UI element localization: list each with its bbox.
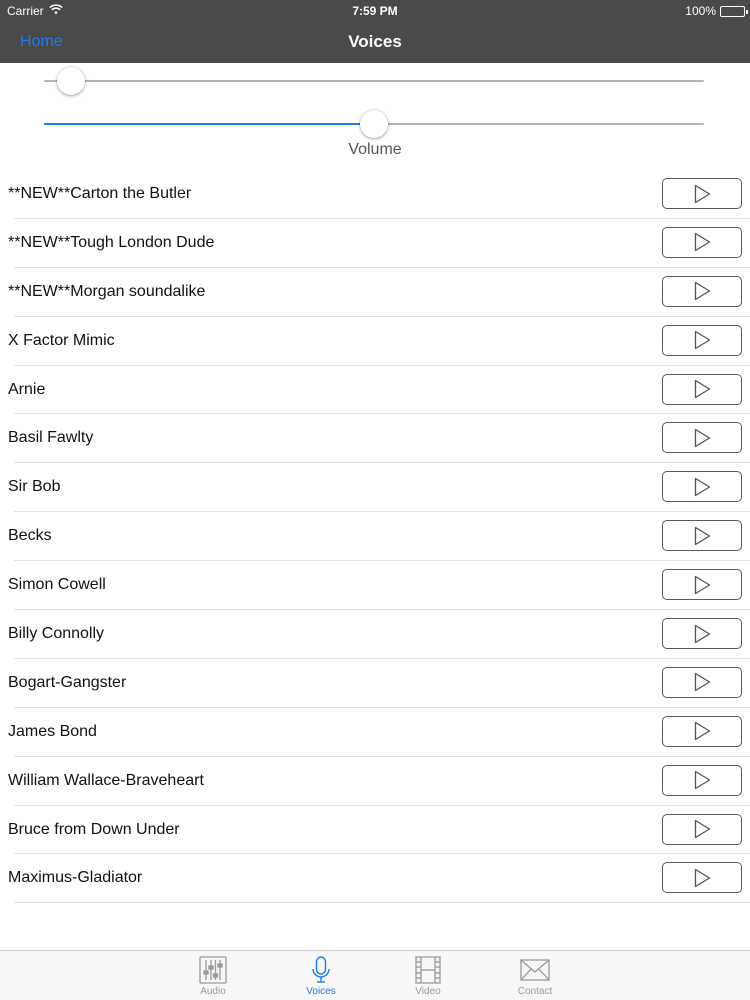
envelope-icon bbox=[520, 955, 550, 985]
voice-name: **NEW**Carton the Butler bbox=[8, 185, 192, 202]
voice-name: Bruce from Down Under bbox=[8, 820, 180, 838]
slider-thumb[interactable] bbox=[56, 67, 85, 95]
voice-name: James Bond bbox=[8, 722, 97, 740]
play-icon bbox=[692, 477, 712, 497]
play-button[interactable] bbox=[662, 520, 742, 552]
list-item[interactable]: Billy Connolly bbox=[0, 610, 750, 659]
play-button[interactable] bbox=[662, 764, 742, 796]
play-button[interactable] bbox=[662, 422, 742, 454]
list-item[interactable]: James Bond bbox=[0, 708, 750, 757]
list-item[interactable]: **NEW**Tough London Dude bbox=[0, 219, 750, 268]
play-button[interactable] bbox=[662, 178, 742, 209]
film-icon bbox=[414, 955, 442, 985]
play-icon bbox=[692, 575, 712, 595]
play-icon bbox=[692, 868, 712, 888]
top-slider[interactable] bbox=[44, 66, 704, 96]
play-icon bbox=[692, 721, 712, 741]
status-bar: Carrier 7:59 PM 100% bbox=[0, 0, 750, 22]
voice-name: Basil Fawlty bbox=[8, 429, 94, 447]
voice-name: Maximus-Gladiator bbox=[8, 869, 143, 887]
play-button[interactable] bbox=[662, 275, 742, 307]
play-icon bbox=[692, 819, 712, 839]
play-icon bbox=[692, 281, 712, 301]
list-item[interactable]: **NEW**Carton the Butler bbox=[0, 170, 750, 219]
sliders-icon bbox=[199, 955, 227, 985]
slider-thumb[interactable] bbox=[360, 110, 388, 138]
play-icon bbox=[692, 526, 712, 546]
play-button[interactable] bbox=[662, 471, 742, 503]
list-item[interactable]: Basil Fawlty bbox=[0, 414, 750, 464]
list-item[interactable]: Bruce from Down Under bbox=[0, 806, 750, 855]
list-item[interactable]: Becks bbox=[0, 512, 750, 562]
voice-name: **NEW**Morgan soundalike bbox=[8, 282, 206, 300]
tab-voices[interactable]: Voices bbox=[281, 951, 361, 1000]
play-icon bbox=[692, 672, 712, 692]
list-item[interactable]: Bogart-Gangster bbox=[0, 659, 750, 708]
list-item[interactable]: Arnie bbox=[0, 366, 750, 415]
play-icon bbox=[692, 770, 712, 790]
volume-slider[interactable] bbox=[44, 109, 704, 139]
tab-label: Audio bbox=[200, 986, 226, 997]
voice-name: **NEW**Tough London Dude bbox=[8, 233, 215, 251]
list-item[interactable]: Maximus-Gladiator bbox=[0, 854, 750, 904]
play-button[interactable] bbox=[662, 373, 742, 405]
play-icon bbox=[692, 624, 712, 644]
play-button[interactable] bbox=[662, 813, 742, 845]
play-icon bbox=[692, 232, 712, 252]
tab-bar: Audio Voices Video Contact bbox=[0, 950, 750, 1000]
list-item[interactable]: William Wallace-Braveheart bbox=[0, 757, 750, 806]
play-icon bbox=[692, 330, 712, 350]
slider-track bbox=[44, 80, 704, 82]
volume-label: Volume bbox=[348, 141, 402, 158]
play-icon bbox=[692, 428, 712, 448]
list-item[interactable]: Simon Cowell bbox=[0, 561, 750, 611]
tab-contact[interactable]: Contact bbox=[495, 951, 575, 1000]
microphone-icon bbox=[307, 955, 335, 985]
list-item[interactable]: X Factor Mimic bbox=[0, 317, 750, 366]
voice-name: Bogart-Gangster bbox=[8, 673, 127, 691]
play-button[interactable] bbox=[662, 226, 742, 258]
nav-bar: Home Voices bbox=[0, 22, 750, 63]
status-time: 7:59 PM bbox=[352, 4, 398, 18]
status-right: 100% bbox=[685, 4, 748, 18]
sliders-section: Volume bbox=[0, 63, 750, 168]
voice-list: **NEW**Carton the Butler **NEW**Tough Lon… bbox=[0, 170, 750, 904]
voice-name: William Wallace-Braveheart bbox=[8, 771, 204, 789]
list-item[interactable]: Sir Bob bbox=[0, 463, 750, 513]
play-button[interactable] bbox=[662, 569, 742, 601]
play-icon bbox=[692, 379, 712, 399]
play-button[interactable] bbox=[662, 618, 742, 650]
tab-audio[interactable]: Audio bbox=[173, 951, 253, 1000]
play-button[interactable] bbox=[662, 715, 742, 747]
tab-label: Contact bbox=[517, 986, 553, 997]
row-divider bbox=[14, 902, 750, 904]
voice-name: Arnie bbox=[8, 380, 46, 398]
voice-name: Becks bbox=[8, 527, 52, 545]
play-button[interactable] bbox=[662, 666, 742, 698]
slider-track-fill bbox=[44, 123, 374, 125]
tab-label: Video bbox=[415, 986, 441, 997]
voice-name: X Factor Mimic bbox=[8, 331, 115, 349]
tab-label: Voices bbox=[306, 986, 336, 997]
tab-video[interactable]: Video bbox=[388, 951, 468, 1000]
battery-percent: 100% bbox=[685, 4, 716, 18]
voice-name: Billy Connolly bbox=[8, 625, 105, 643]
header: Carrier 7:59 PM 100% Home Voices bbox=[0, 0, 750, 63]
page-title: Voices bbox=[348, 32, 402, 51]
play-button[interactable] bbox=[662, 862, 742, 894]
voice-name: Sir Bob bbox=[8, 478, 61, 496]
battery-icon bbox=[720, 5, 748, 17]
list-item[interactable]: **NEW**Morgan soundalike bbox=[0, 268, 750, 317]
play-icon bbox=[692, 184, 712, 204]
play-button[interactable] bbox=[662, 324, 742, 356]
voice-name: Simon Cowell bbox=[8, 576, 106, 594]
